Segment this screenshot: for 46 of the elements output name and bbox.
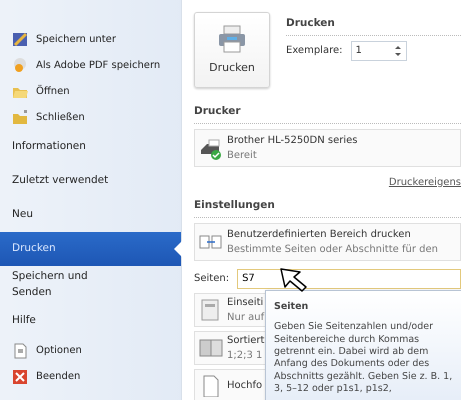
- printer-icon: [216, 24, 248, 54]
- setting-title: Sortiert: [227, 334, 264, 348]
- field-label: Exemplare:: [286, 44, 342, 58]
- mouse-cursor-icon: [280, 268, 308, 293]
- menu-item[interactable]: Speichern unter: [0, 26, 181, 52]
- folder-icon: [12, 109, 28, 125]
- close-icon: [12, 368, 28, 384]
- setting-title: Hochfo: [227, 379, 262, 393]
- sidebar-tab[interactable]: Neu: [0, 198, 181, 232]
- copies-spinner[interactable]: 1: [350, 40, 406, 61]
- section-heading: Drucker: [194, 104, 461, 124]
- pdf-icon: [12, 57, 28, 73]
- print-button[interactable]: Drucken: [194, 12, 270, 88]
- setting-subtitle: 1;2;3 1: [227, 348, 264, 362]
- sidebar-tab[interactable]: Hilfe: [0, 304, 181, 338]
- pages-field[interactable]: S7: [237, 268, 461, 288]
- section-heading: Einstellungen: [194, 198, 461, 218]
- options-icon: [12, 342, 28, 358]
- setting-title: Einseiti: [227, 296, 264, 310]
- printer-properties-link[interactable]: Druckereigens: [388, 174, 461, 190]
- sidebar-tab[interactable]: Drucken: [0, 232, 181, 266]
- section-heading: Drucken: [286, 16, 461, 36]
- tooltip-title: Seiten: [274, 301, 310, 314]
- print-range-dropdown[interactable]: Benutzerdefinierten Bereich drucken Bestimmte Seiten oder Abschnitte für den: [194, 222, 461, 260]
- menu-item[interactable]: Beenden: [0, 364, 181, 390]
- menu-item[interactable]: Als Adobe PDF speichern: [0, 52, 181, 78]
- range-subtitle: Bestimmte Seiten oder Abschnitte für den: [227, 242, 438, 256]
- field-label: Seiten:: [194, 272, 230, 286]
- pages-icon: [199, 336, 223, 358]
- save-as-icon: [12, 31, 28, 47]
- printer-dropdown[interactable]: Brother HL-5250DN series Bereit: [194, 128, 461, 167]
- printer-name: Brother HL-5250DN series: [227, 134, 358, 148]
- printer-status: Bereit: [227, 148, 258, 163]
- menu-item[interactable]: Optionen: [0, 338, 181, 364]
- sidebar-tab[interactable]: Zuletzt verwendet: [0, 164, 181, 198]
- tooltip-text: Geben Sie Seitenzahlen und/oder Seitenbereiche durch Kommas getrennt ein. Dabei wird ab dem Anfang des Dokuments oder des Abschnitts gezählt. Geben Sie z. B. 1, 3, 5–12 oder p1s1, p1s2,: [274, 321, 454, 396]
- setting-dropdown[interactable]: Sortiert 1;2;3 1: [194, 330, 268, 364]
- setting-subtitle: Nur auf: [227, 310, 264, 324]
- menu-item[interactable]: Schließen: [0, 104, 181, 130]
- spinner-arrows-icon: [394, 44, 402, 57]
- menu-item[interactable]: Öffnen: [0, 78, 181, 104]
- sidebar-tab[interactable]: Informationen: [0, 130, 181, 164]
- sidebar-tab[interactable]: Speichern und Senden: [0, 266, 130, 304]
- range-title: Benutzerdefinierten Bereich drucken: [227, 228, 412, 242]
- setting-dropdown[interactable]: Hochfo: [194, 368, 268, 400]
- setting-dropdown[interactable]: Einseiti Nur auf: [194, 292, 268, 326]
